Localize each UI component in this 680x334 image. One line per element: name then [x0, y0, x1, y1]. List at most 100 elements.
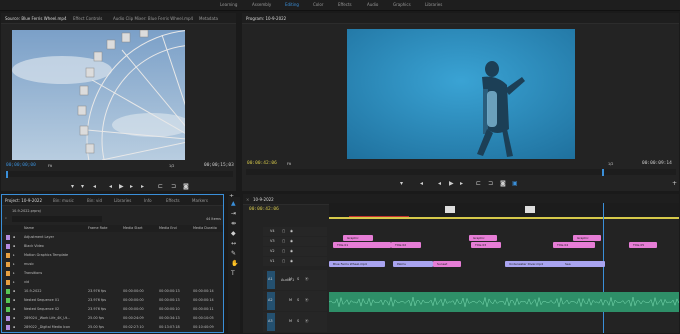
- tab-effects[interactable]: Effects: [166, 198, 180, 203]
- project-item-row[interactable]: ▸ vid: [2, 279, 223, 287]
- timeline-clip[interactable]: Graphic: [469, 235, 497, 241]
- step-forward-icon[interactable]: ▸: [130, 184, 133, 190]
- step-back-frame-icon[interactable]: ◂: [109, 184, 112, 190]
- marker-1[interactable]: [445, 206, 455, 213]
- label-color-swatch[interactable]: [6, 262, 10, 267]
- video-track-header[interactable]: V4 ◉ ▢: [263, 227, 327, 236]
- solo-button[interactable]: S: [297, 277, 299, 281]
- timeline-clip[interactable]: Graphic: [573, 235, 601, 241]
- program-timecode[interactable]: 00:00:42:06: [247, 161, 277, 166]
- tab-program[interactable]: Program: 10-9-2022: [246, 16, 286, 21]
- project-item-row[interactable]: ▪ 289024 _Work Life_4K_Ut... 25.00 fps 00:0…: [2, 315, 223, 323]
- comparison-view-icon[interactable]: ▣: [512, 181, 518, 187]
- audio-track-header[interactable]: A1 M S ⦿: [263, 270, 327, 290]
- program-fit-select[interactable]: Fit: [287, 162, 291, 166]
- tab-project[interactable]: Project: 10-9-2022: [5, 198, 42, 203]
- timeline-clip[interactable]: Title 02: [391, 242, 421, 248]
- track-select-icon[interactable]: ⇥: [231, 211, 236, 217]
- solo-button[interactable]: S: [297, 298, 299, 302]
- go-to-out-icon[interactable]: ▸: [141, 184, 144, 190]
- tab-bin-music[interactable]: Bin: music: [53, 198, 74, 203]
- col-frame-rate[interactable]: Frame Rate: [88, 226, 107, 230]
- program-step-frame-back-icon[interactable]: ◂: [438, 181, 441, 187]
- label-color-swatch[interactable]: [6, 298, 10, 303]
- tab-sequence[interactable]: 10-9-2022: [253, 197, 274, 202]
- label-color-swatch[interactable]: [6, 289, 10, 294]
- tab-libraries[interactable]: Libraries: [114, 198, 131, 203]
- tab-metadata[interactable]: Metadata: [199, 16, 218, 21]
- label-color-swatch[interactable]: [6, 325, 10, 330]
- work-area-bar[interactable]: [329, 217, 679, 219]
- insert-icon[interactable]: ⊏: [158, 184, 163, 190]
- project-item-row[interactable]: ▸ Transitions: [2, 270, 223, 278]
- lock-icon[interactable]: ▢: [282, 229, 285, 233]
- lock-icon[interactable]: ▢: [282, 249, 285, 253]
- workspace-audio[interactable]: Audio: [367, 2, 378, 7]
- label-color-swatch[interactable]: [6, 271, 10, 276]
- col-name[interactable]: Name: [24, 226, 34, 230]
- timeline-clip[interactable]: Palms: [393, 261, 433, 267]
- tab-info[interactable]: Info: [144, 198, 152, 203]
- timeline-clip[interactable]: Underwater Diver.mp4: [505, 261, 569, 267]
- project-item-row[interactable]: ▸ Motion Graphics Template: [2, 252, 223, 260]
- timeline-timecode[interactable]: 00:00:42:06: [249, 207, 279, 212]
- solo-button[interactable]: S: [297, 319, 299, 323]
- tab-source[interactable]: Source: Blue Ferris Wheel.mp4: [5, 16, 66, 21]
- camera-icon[interactable]: ◙: [500, 181, 506, 187]
- timeline-clip[interactable]: Title 05: [629, 242, 657, 248]
- program-mark-in-icon[interactable]: ▾: [400, 181, 403, 187]
- col-media-duration[interactable]: Media Duratio: [193, 226, 217, 230]
- program-add-button-icon[interactable]: +: [672, 181, 677, 187]
- record-icon[interactable]: ⦿: [305, 319, 309, 324]
- project-item-row[interactable]: ▸ music: [2, 261, 223, 269]
- eye-icon[interactable]: ◉: [290, 229, 293, 233]
- hand-icon[interactable]: ✋: [231, 261, 238, 267]
- label-color-swatch[interactable]: [6, 244, 10, 249]
- col-media-start[interactable]: Media Start: [123, 226, 143, 230]
- close-icon[interactable]: ×: [246, 197, 249, 202]
- lock-icon[interactable]: ▢: [282, 259, 285, 263]
- pen-icon[interactable]: ✎: [231, 251, 236, 257]
- label-color-swatch[interactable]: [6, 280, 10, 285]
- mark-out-icon[interactable]: ▾: [81, 184, 84, 190]
- project-item-row[interactable]: ▪ 10-9-2022 23.976 fps 00:00:00:00 00:00:00:…: [2, 288, 223, 296]
- project-item-row[interactable]: ▪ Nested Sequence 02 23.976 fps 00:00:00:00…: [2, 306, 223, 314]
- workspace-libraries[interactable]: Libraries: [425, 2, 442, 7]
- timeline-clip[interactable]: Title 04: [553, 242, 595, 248]
- workspace-assembly[interactable]: Assembly: [252, 2, 271, 7]
- type-icon[interactable]: T: [231, 271, 235, 277]
- extract-icon[interactable]: ⊐: [488, 181, 493, 187]
- step-back-icon[interactable]: ◂: [93, 184, 96, 190]
- video-track-header[interactable]: V2 ◉ ▢: [263, 247, 327, 256]
- tab-audio-clip-mixer[interactable]: Audio Clip Mixer: Blue Ferris Wheel.mp4: [113, 16, 193, 21]
- workspace-learning[interactable]: Learning: [220, 2, 237, 7]
- workspace-color[interactable]: Color: [313, 2, 323, 7]
- timeline-clip[interactable]: Sea: [561, 261, 605, 267]
- eye-icon[interactable]: ◉: [290, 249, 293, 253]
- program-play-icon[interactable]: ▶: [449, 181, 454, 187]
- overwrite-icon[interactable]: ⊐: [171, 184, 176, 190]
- label-color-swatch[interactable]: [6, 235, 10, 240]
- video-track-header[interactable]: V1 ◉ ▢: [263, 257, 327, 266]
- label-color-swatch[interactable]: [6, 316, 10, 321]
- lock-icon[interactable]: ▢: [282, 239, 285, 243]
- slip-icon[interactable]: ↔: [231, 241, 236, 247]
- eye-icon[interactable]: ◉: [290, 239, 293, 243]
- export-frame-icon[interactable]: ◙: [183, 184, 189, 190]
- project-item-row[interactable]: ▪ Nested Sequence 01 23.976 fps 00:00:00:00…: [2, 297, 223, 305]
- selection-tool-icon[interactable]: ▲: [231, 201, 236, 207]
- source-playhead[interactable]: [6, 171, 8, 178]
- source-fit-select[interactable]: Fit: [48, 164, 52, 168]
- audio-track-header[interactable]: A3 M S ⦿: [263, 312, 327, 332]
- timeline-clip[interactable]: Blue Ferris Wheel.mp4: [329, 261, 385, 267]
- razor-icon[interactable]: ◆: [231, 231, 236, 237]
- track-target[interactable]: A2: [267, 292, 275, 310]
- program-step-forward-icon[interactable]: ▸: [460, 181, 463, 187]
- program-step-back-icon[interactable]: ◂: [420, 181, 423, 187]
- project-search-input[interactable]: [12, 216, 102, 222]
- timeline-clip[interactable]: Title 01: [333, 242, 391, 248]
- mute-button[interactable]: M: [289, 319, 292, 323]
- workspace-graphics[interactable]: Graphics: [393, 2, 411, 7]
- tab-effect-controls[interactable]: Effect Controls: [73, 16, 102, 21]
- timeline-clip[interactable]: Title 03: [471, 242, 501, 248]
